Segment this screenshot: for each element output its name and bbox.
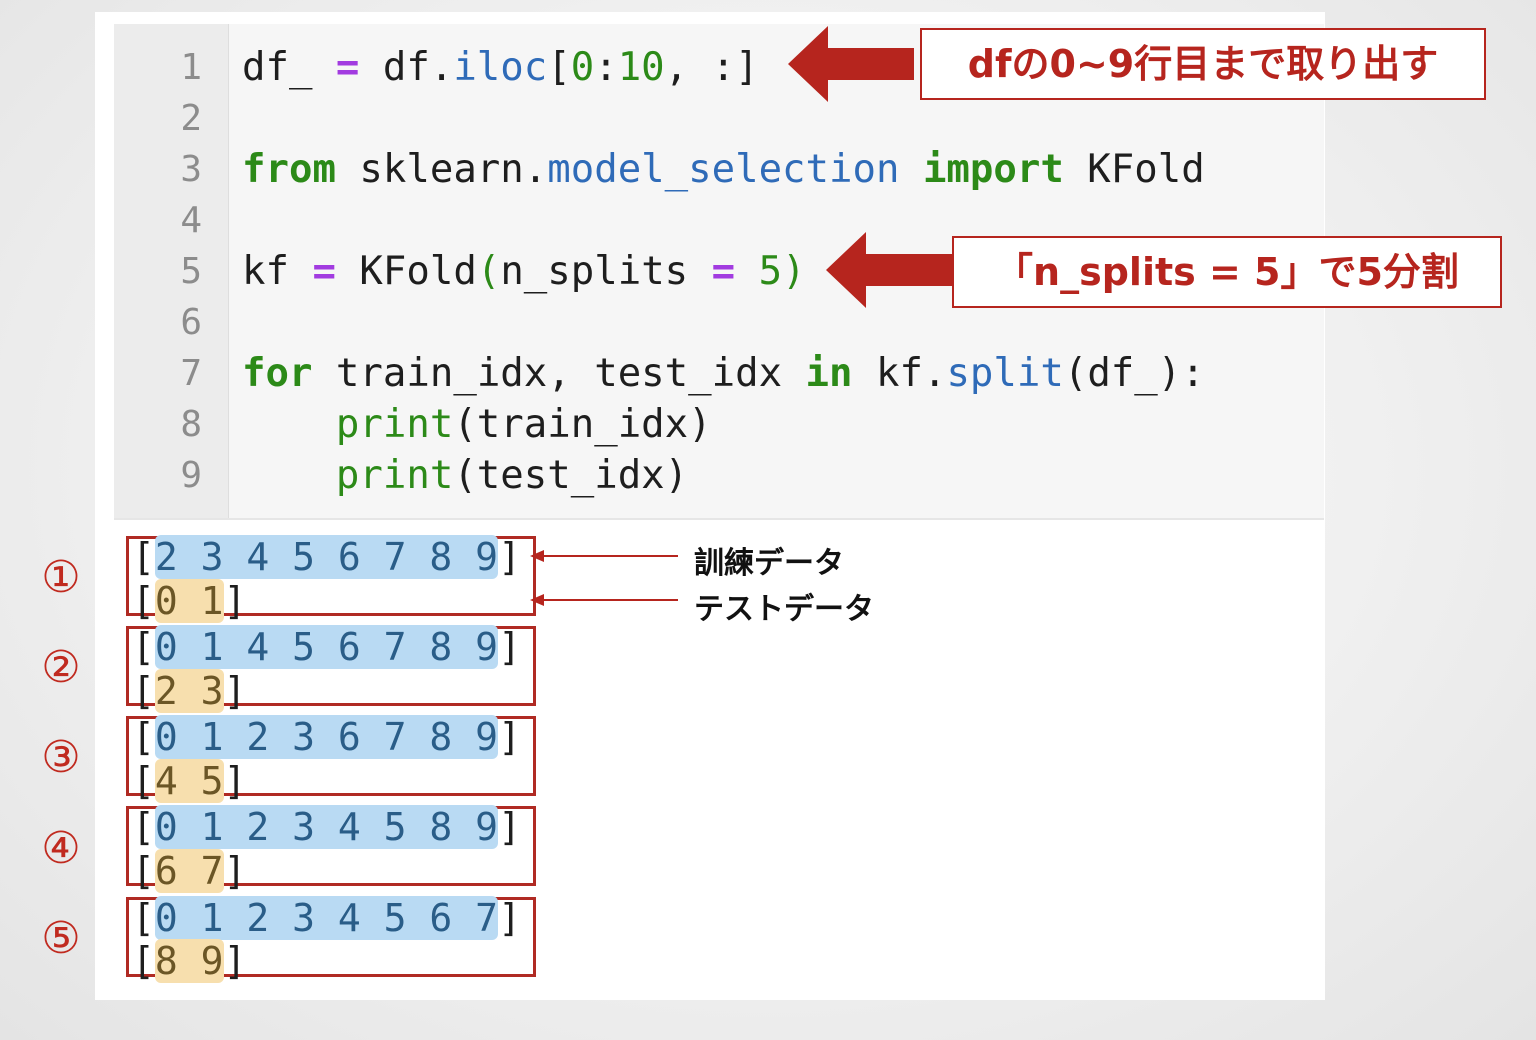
line-number: 8 [180, 404, 202, 445]
train-index-output: [0 1 2 3 6 7 8 9] [132, 715, 521, 759]
test-index-output: [0 1] [132, 579, 247, 623]
line-number: 9 [180, 455, 202, 496]
line-number: 4 [180, 200, 202, 241]
code-line-3[interactable]: from sklearn.model_selection import KFol… [242, 145, 1205, 195]
fold-number: ⑤ [41, 913, 81, 964]
code-line-9[interactable]: print(test_idx) [242, 451, 688, 501]
test-index-output: [6 7] [132, 849, 247, 893]
test-index-output: [8 9] [132, 939, 247, 983]
test-index-output: [4 5] [132, 759, 247, 803]
fold-number: ② [41, 642, 81, 693]
annotation-arrow-top [788, 26, 914, 102]
legend-arrows [530, 550, 678, 606]
train-index-output: [2 3 4 5 6 7 8 9] [132, 535, 521, 579]
cell-divider [114, 518, 1324, 520]
legend-train-label: 訓練データ [694, 546, 844, 581]
line-number: 7 [180, 353, 202, 394]
train-index-output: [0 1 2 3 4 5 6 7] [132, 896, 521, 940]
test-index-output: [2 3] [132, 669, 247, 713]
line-number: 2 [180, 98, 202, 139]
train-index-output: [0 1 4 5 6 7 8 9] [132, 625, 521, 669]
line-number: 1 [180, 47, 202, 88]
line-number: 3 [180, 149, 202, 190]
train-index-output: [0 1 2 3 4 5 8 9] [132, 805, 521, 849]
annotation-arrow-mid [826, 232, 952, 308]
line-number: 5 [180, 251, 202, 292]
annotation-n-splits: 「n_splits = 5」で5分割 [952, 236, 1502, 308]
fold-number: ③ [41, 732, 81, 783]
legend-test-label: テストデータ [694, 592, 874, 627]
line-number: 6 [180, 302, 202, 343]
code-line-1[interactable]: df_ = df.iloc[0:10, :] [242, 43, 759, 93]
annotation-iloc: dfの0~9行目まで取り出す [920, 28, 1486, 100]
code-line-8[interactable]: print(train_idx) [242, 400, 712, 450]
fold-number: ① [41, 552, 81, 603]
fold-number: ④ [41, 823, 81, 874]
code-line-5[interactable]: kf = KFold(n_splits = 5) [242, 247, 806, 297]
code-line-7[interactable]: for train_idx, test_idx in kf.split(df_)… [242, 349, 1205, 399]
